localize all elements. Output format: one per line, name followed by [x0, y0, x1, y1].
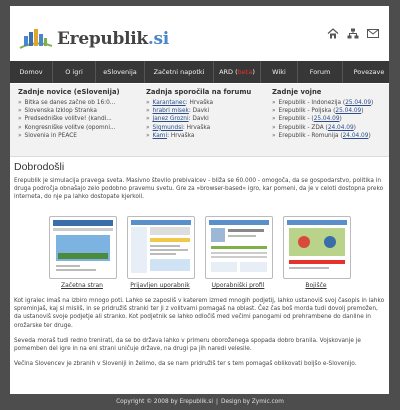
header-icons	[327, 28, 379, 39]
nav-item-zacetni-napotki[interactable]: Začetni napotki	[145, 61, 214, 83]
design-credit-link[interactable]: Design by Zymic.com	[221, 399, 284, 405]
news-item[interactable]: » Kongresniške volitve (opomni...	[18, 124, 136, 132]
mail-icon[interactable]	[367, 28, 379, 39]
logo-icon[interactable]	[18, 26, 54, 52]
nav-item-ard[interactable]: ARD (beta)	[214, 61, 261, 83]
home-icon[interactable]	[327, 28, 339, 39]
thumbnail-caption[interactable]: Prijavljen uporabnik	[127, 282, 193, 289]
war-date-link[interactable]: 24.04.09	[328, 125, 354, 131]
forum-item: » Karantanec: Hrvaška	[146, 100, 214, 106]
nav-item-domov[interactable]: Domov	[10, 61, 53, 83]
war-item: » Erepublik - Poljska (25.04.09)	[272, 108, 364, 115]
header: Erepublik.si	[10, 6, 389, 60]
nav-item-eslovenija[interactable]: eSlovenija	[96, 61, 145, 83]
main-content: Dobrodošli Erepublik je simulacija prave…	[14, 161, 385, 202]
nav-item-povezave[interactable]: Povezave	[343, 61, 389, 83]
logo-text[interactable]: Erepublik.si	[57, 29, 169, 49]
thumbnail-caption[interactable]: Uporabniški profil	[205, 282, 271, 289]
war-item: » Erepublik - Romunija (24.04.09)	[272, 132, 371, 139]
war-item: » Erepublik - Indonezija (25.04.09)	[272, 100, 374, 106]
sitemap-icon[interactable]	[347, 28, 359, 39]
news-item[interactable]: » Bitka se danes začne ob 16:0...	[18, 99, 136, 107]
news-item[interactable]: » Slovenia in PEACE	[18, 132, 136, 140]
intro-paragraph: Erepublik je simulacija pravega sveta. M…	[14, 178, 384, 201]
wars-column-title: Zadnje vojne	[272, 88, 322, 96]
nav-item-forum[interactable]: Forum	[298, 61, 343, 83]
thumbnail-image[interactable]	[283, 216, 351, 279]
news-column-title: Zadnje novice (eSlovenija)	[18, 88, 120, 96]
page: Erepublik.si Domov O igri eSlovenija Zač…	[10, 6, 389, 394]
news-item[interactable]: » Predsedniške volitve! (kandi...	[18, 115, 136, 123]
forum-user-link[interactable]: hrabri misek	[153, 108, 189, 114]
forum-user-link[interactable]: Karantanec	[153, 100, 186, 106]
nav-item-wiki[interactable]: Wiki	[261, 61, 298, 83]
forum-item: » Sigmundsi: Hrvaška	[146, 124, 211, 131]
wars-column: Zadnje vojne » Erepublik - Indonezija (25…	[272, 88, 386, 140]
war-item: » Erepublik - (25.04.09)	[272, 116, 342, 123]
copyright-text: Copyright © 2008 by Erepublik.si	[116, 399, 214, 405]
forum-item: » hrabri misek: Davki	[146, 108, 210, 115]
beta-badge: beta	[237, 68, 253, 76]
war-date-link[interactable]: 24.04.09	[343, 133, 369, 139]
footer: Copyright © 2008 by Erepublik.si | Design …	[0, 394, 400, 410]
forum-item: » Janez Grozni: Davki	[146, 116, 209, 123]
war-date-link[interactable]: 25.04.09	[335, 108, 361, 114]
main-nav: Domov O igri eSlovenija Začetni napotki …	[10, 61, 389, 83]
body-paragraph: Kot igralec imaš na izbiro mnogo poti. L…	[14, 298, 385, 329]
thumbnail-bojisce[interactable]: Bojišče	[283, 216, 351, 289]
nav-item-o-igri[interactable]: O igri	[53, 61, 96, 83]
thumbnail-caption[interactable]: Začetna stran	[49, 282, 115, 289]
screenshot-gallery: Začetna stran Prijavljen uporabnik Upora…	[49, 216, 351, 298]
page-title: Dobrodošli	[14, 161, 65, 173]
thumbnail-prijavljen-uporabnik[interactable]: Prijavljen uporabnik	[127, 216, 195, 289]
war-date-link[interactable]: 25.04.09	[314, 116, 340, 122]
forum-user-link[interactable]: Kami	[153, 133, 168, 139]
news-item[interactable]: » Slovenska Izklop Stranka	[18, 107, 136, 115]
nav-ard-label: ARD (	[219, 68, 238, 76]
war-item: » Erepublik - ZDA (24.04.09)	[272, 124, 356, 131]
news-column-latest: Zadnje novice (eSlovenija) » Bitka se dan…	[18, 88, 136, 140]
thumbnail-caption[interactable]: Bojišče	[283, 282, 349, 289]
thumbnail-image[interactable]	[205, 216, 273, 279]
war-date-link[interactable]: 25.04.09	[345, 100, 371, 106]
thumbnail-image[interactable]	[127, 216, 195, 279]
forum-item: » Kami: Hrvaška	[146, 132, 195, 139]
forum-column-title: Zadnja sporočila na forumu	[146, 88, 252, 96]
thumbnail-image[interactable]	[49, 216, 117, 279]
thumbnail-uporabniski-profil[interactable]: Uporabniški profil	[205, 216, 273, 289]
body-text: Kot igralec imaš na izbiro mnogo poti. L…	[14, 297, 385, 375]
footer-separator: |	[216, 399, 218, 405]
news-section: Zadnje novice (eSlovenija) » Bitka se dan…	[10, 84, 389, 157]
body-paragraph: Večina Slovencev je zbranih v Sloveniji …	[14, 361, 357, 368]
forum-user-link[interactable]: Sigmundsi	[153, 125, 183, 131]
body-paragraph: Seveda moraš tudi redno trenirati, da se…	[14, 337, 361, 353]
nav-ard-suffix: )	[252, 68, 255, 76]
thumbnail-zacetna-stran[interactable]: Začetna stran	[49, 216, 117, 289]
forum-user-link[interactable]: Janez Grozni	[153, 116, 189, 122]
forum-column: Zadnja sporočila na forumu » Karantanec: …	[146, 88, 264, 140]
